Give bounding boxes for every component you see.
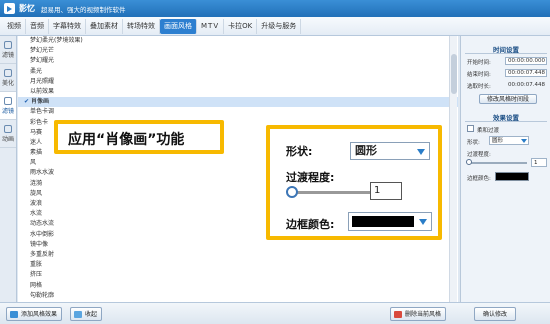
app-slogan: 超易用、强大的视频制作软件 <box>41 5 126 14</box>
list-item[interactable]: 月光照耀 <box>18 77 458 87</box>
tab-overlay-material[interactable]: 叠加素材 <box>86 18 123 34</box>
border-color-label: 边框颜色: <box>467 176 491 182</box>
add-style-button[interactable]: 添加风格效果 <box>6 307 63 321</box>
scrollbar-thumb[interactable] <box>451 54 457 94</box>
transition-slider-track[interactable] <box>467 162 527 164</box>
zoom-transition-slider-handle[interactable] <box>286 186 298 198</box>
collapse-icon <box>74 311 82 318</box>
chevron-down-icon <box>521 139 527 143</box>
color-swatch <box>352 216 414 227</box>
tab-mtv[interactable]: MTV <box>197 18 225 34</box>
side-tab-animation[interactable]: 动画 <box>0 120 16 148</box>
list-item[interactable]: 网格 <box>18 281 458 291</box>
side-tabs: 滤镜 美化 滤镜 动画 <box>0 36 17 302</box>
shape-select[interactable]: 圆形 <box>489 136 529 145</box>
app-logo-icon <box>4 3 15 14</box>
tab-transition-effects[interactable]: 转场特效 <box>123 18 160 34</box>
collapse-button[interactable]: 收起 <box>70 307 103 321</box>
list-item[interactable]: 单色卡调 <box>18 107 458 117</box>
modify-style-time-button[interactable]: 修改风格时间段 <box>479 94 537 104</box>
zoom-shape-select[interactable]: 圆形 <box>350 142 430 160</box>
side-tab-filter[interactable]: 滤镜 <box>0 36 16 64</box>
delete-icon <box>394 311 402 318</box>
filter-icon <box>4 40 12 49</box>
divider <box>465 53 547 54</box>
side-tab-filter-active[interactable]: 滤镜 <box>0 92 16 120</box>
tab-subtitle-effects[interactable]: 字幕特效 <box>49 18 86 34</box>
app-name: 影忆 <box>19 4 35 13</box>
transition-slider-handle[interactable] <box>466 159 472 165</box>
list-item[interactable]: 挤压 <box>18 270 458 280</box>
chevron-down-icon <box>419 219 427 225</box>
zoom-border-color-label: 边框颜色: <box>286 218 335 231</box>
list-item[interactable]: 梦幻柔光(梦境效果) <box>18 36 458 46</box>
divider <box>465 121 547 122</box>
list-item[interactable]: 柔光 <box>18 67 458 77</box>
list-item[interactable]: 勾勒轮廓 <box>18 291 458 301</box>
duration-value: 00:00:07.448 <box>508 82 545 88</box>
list-item-selected[interactable]: ✔ 肖像画 <box>18 97 458 108</box>
start-time-field[interactable]: 00:00:00.000 <box>505 57 547 65</box>
border-color-picker[interactable] <box>495 172 529 181</box>
list-item[interactable]: 镜中像 <box>18 240 458 250</box>
add-icon <box>10 311 18 318</box>
settings-panel: 时间设置 开始时间: 00:00:00.000 结束时间: 00:00:07.4… <box>460 36 550 302</box>
tab-audio[interactable]: 音频 <box>26 18 49 34</box>
start-time-label: 开始时间: <box>467 60 491 66</box>
callout-label: 应用“肖像画”功能 <box>54 120 224 154</box>
list-item[interactable]: 重胀 <box>18 260 458 270</box>
list-item[interactable]: 梦幻光芒 <box>18 46 458 56</box>
animation-icon <box>4 124 12 133</box>
tab-karaoke[interactable]: 卡拉OK <box>224 18 258 34</box>
end-time-label: 结束时间: <box>467 72 491 78</box>
filter-icon <box>4 96 12 105</box>
transition-label: 过渡程度: <box>467 152 491 158</box>
checkmark-icon: ✔ <box>24 98 30 106</box>
duration-label: 选取时长: <box>467 84 491 90</box>
tab-upgrade-service[interactable]: 升级与服务 <box>257 18 302 34</box>
soft-transition-label: 柔和过渡 <box>477 128 500 134</box>
list-scrollbar[interactable] <box>449 36 457 302</box>
delete-style-button[interactable]: 删除当前风格 <box>390 307 447 321</box>
title-bar: 影忆 超易用、强大的视频制作软件 <box>0 0 550 17</box>
menu-bar: 视频 音频 字幕特效 叠加素材 转场特效 画面风格 MTV 卡拉OK 升级与服务 <box>0 17 550 36</box>
tab-picture-style[interactable]: 画面风格 <box>160 18 197 34</box>
beautify-icon <box>4 68 12 77</box>
zoom-transition-label: 过渡程度: <box>286 171 335 184</box>
chevron-down-icon <box>417 149 425 155</box>
tab-video[interactable]: 视频 <box>3 18 26 34</box>
soft-transition-checkbox[interactable] <box>467 125 474 132</box>
shape-label: 形状: <box>467 140 480 146</box>
list-item[interactable]: 多重反射 <box>18 250 458 260</box>
zoom-transition-value[interactable]: 1 <box>370 182 402 200</box>
zoom-border-color-picker[interactable] <box>348 212 432 231</box>
confirm-button[interactable]: 确认修改 <box>474 307 517 321</box>
bottom-toolbar: 添加风格效果 收起 删除当前风格 确认修改 <box>0 302 550 324</box>
list-item[interactable]: 以前效果 <box>18 87 458 97</box>
transition-value-input[interactable]: 1 <box>531 158 547 167</box>
list-item[interactable]: 梦幻耀光 <box>18 56 458 66</box>
settings-zoom-inset: 形状: 圆形 过渡程度: 1 边框颜色: <box>266 125 442 240</box>
side-tab-beautify[interactable]: 美化 <box>0 64 16 92</box>
end-time-field[interactable]: 00:00:07.448 <box>505 69 547 77</box>
zoom-shape-label: 形状: <box>286 145 313 158</box>
callout-text: 应用“肖像画”功能 <box>68 132 185 148</box>
